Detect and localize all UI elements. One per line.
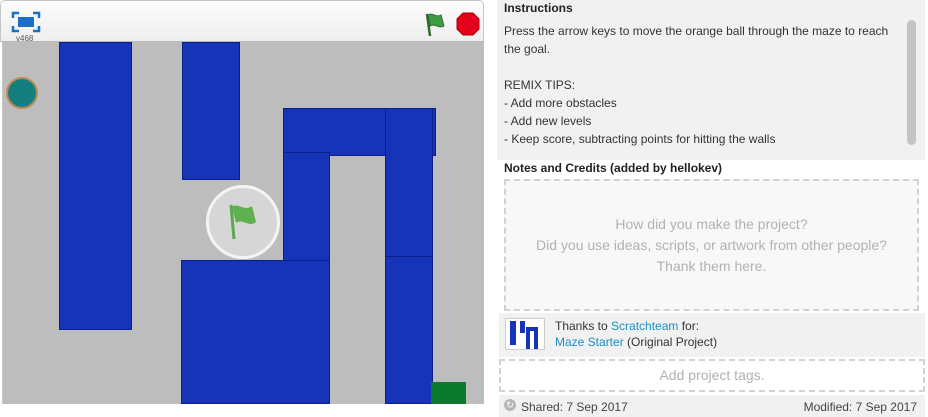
maze-wall <box>181 260 330 404</box>
player-ball <box>6 77 38 109</box>
maze-wall <box>283 152 330 262</box>
thanks-prefix: Thanks to <box>555 319 612 333</box>
instructions-text: Press the arrow keys to move the orange … <box>504 24 889 146</box>
stop-sign-icon[interactable] <box>455 11 481 37</box>
project-info-panel: Instructions Press the arrow keys to mov… <box>497 0 928 417</box>
stage-header: v468 <box>0 0 484 43</box>
maze-wall <box>385 108 433 258</box>
modified-date: Modified: 7 Sep 2017 <box>803 400 917 414</box>
remix-credits: Thanks to Scratchteam for: Maze Starter … <box>499 313 925 357</box>
notes-credits-title: Notes and Credits (added by hellokev) <box>504 161 723 175</box>
maze-wall <box>385 256 433 404</box>
notes-credits-field[interactable]: How did you make the project? Did you us… <box>504 179 919 311</box>
original-project-thumbnail[interactable] <box>505 318 545 350</box>
instructions-section[interactable]: Instructions Press the arrow keys to mov… <box>497 0 925 160</box>
project-tags-field[interactable]: Add project tags. <box>499 359 925 392</box>
credit-line: Thanks to Scratchteam for: <box>555 319 699 333</box>
play-overlay-button[interactable] <box>206 185 280 259</box>
goal-block <box>431 382 466 404</box>
maze-wall <box>59 42 132 330</box>
green-flag-icon[interactable] <box>421 10 449 38</box>
fullscreen-icon[interactable] <box>11 11 41 33</box>
thanks-suffix: for: <box>678 319 700 333</box>
notes-placeholder: How did you make the project? Did you us… <box>536 216 887 274</box>
stage-canvas[interactable] <box>2 42 484 404</box>
original-project-suffix: (Original Project) <box>623 335 718 349</box>
scrollbar-thumb[interactable] <box>907 20 916 145</box>
original-project-link[interactable]: Maze Starter <box>555 335 624 349</box>
instructions-title: Instructions <box>504 1 573 15</box>
project-dates-footer: ↻ Shared: 7 Sep 2017 Modified: 7 Sep 201… <box>499 395 925 417</box>
original-project-line: Maze Starter (Original Project) <box>555 335 717 349</box>
shared-icon: ↻ <box>504 399 516 411</box>
maze-wall <box>182 42 240 180</box>
shared-date: Shared: 7 Sep 2017 <box>521 400 628 414</box>
stage-panel: v468 <box>0 0 486 417</box>
author-link[interactable]: Scratchteam <box>611 319 678 333</box>
green-flag-icon <box>229 204 256 240</box>
